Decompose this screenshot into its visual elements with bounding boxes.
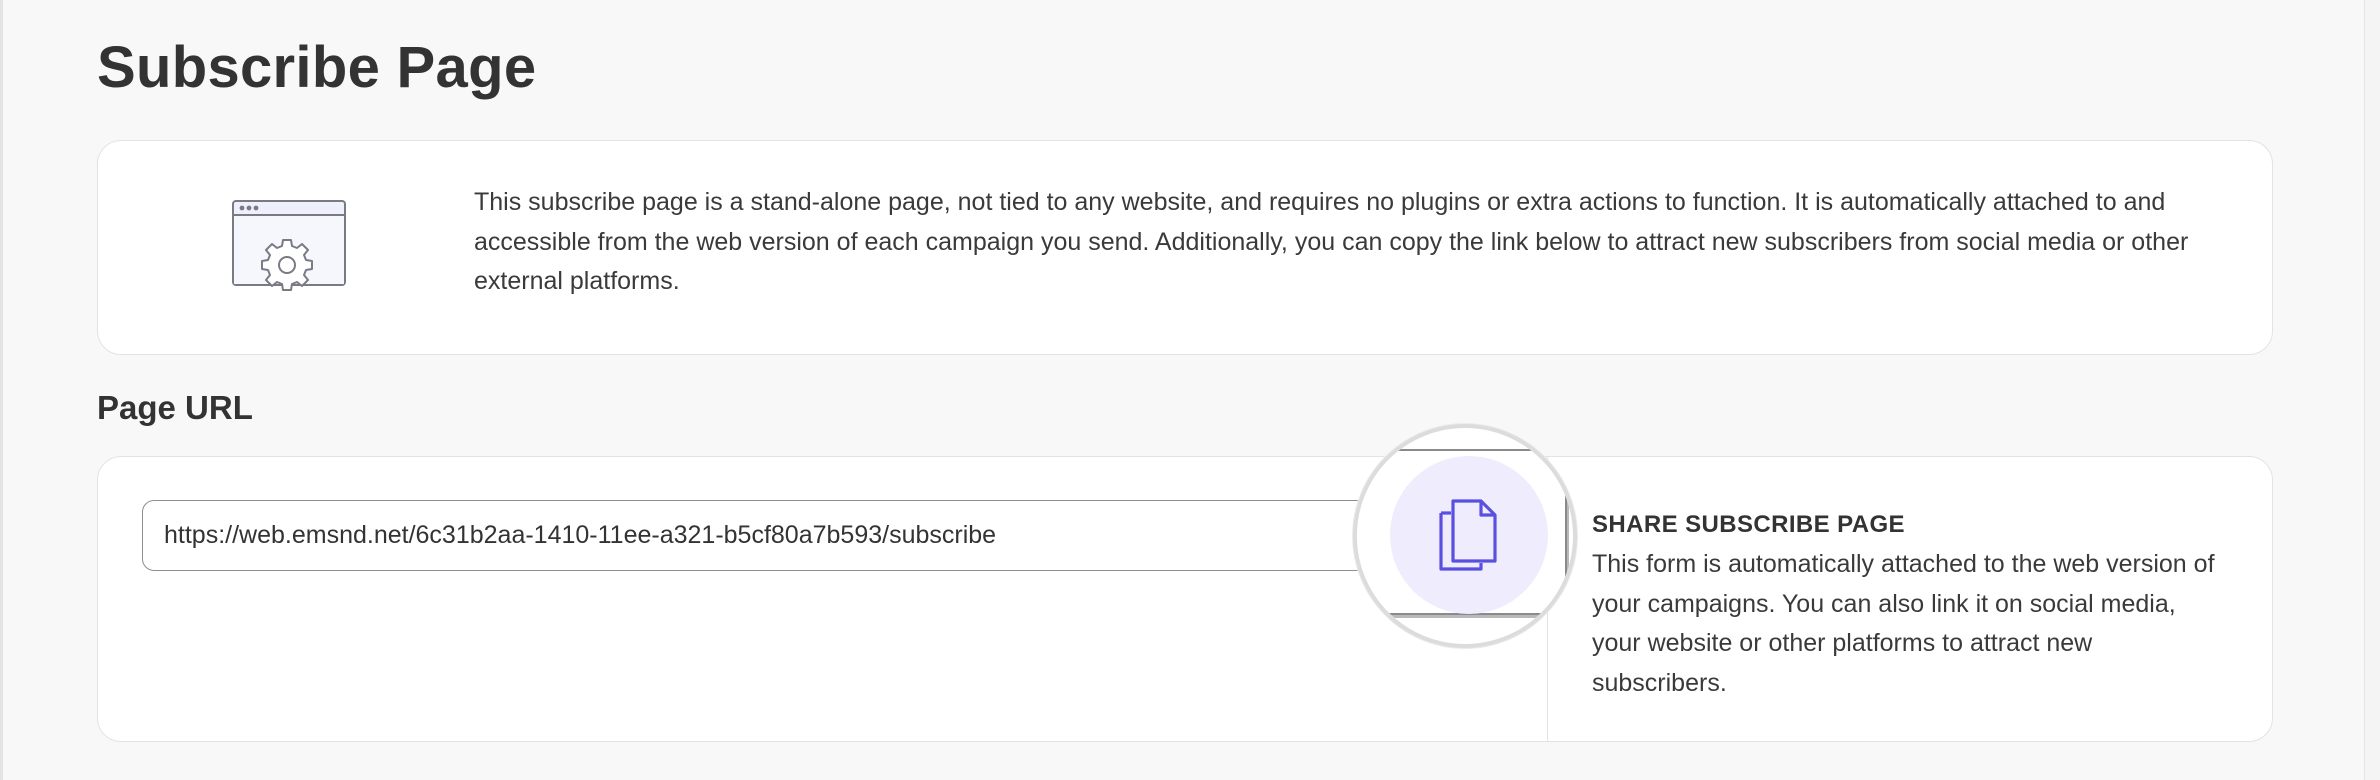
info-card: This subscribe page is a stand-alone pag… — [97, 140, 2273, 355]
copy-button-magnifier — [1353, 424, 1577, 648]
page-url-heading: Page URL — [97, 389, 253, 426]
share-description: This form is automatically attached to t… — [1592, 550, 2215, 697]
share-title: SHARE SUBSCRIBE PAGE — [1592, 511, 1905, 538]
scrollbar-track[interactable] — [2364, 0, 2380, 780]
copy-icon — [1439, 499, 1497, 571]
info-description: This subscribe page is a stand-alone pag… — [474, 188, 2189, 295]
url-field[interactable] — [142, 500, 1462, 571]
page-url-card: SHARE SUBSCRIBE PAGE This form is automa… — [97, 456, 2273, 742]
copy-url-button[interactable] — [1390, 456, 1548, 614]
page-title: Subscribe Page — [97, 35, 537, 100]
url-input[interactable] — [143, 501, 1461, 570]
left-border — [0, 0, 3, 780]
browser-settings-icon — [232, 200, 346, 291]
